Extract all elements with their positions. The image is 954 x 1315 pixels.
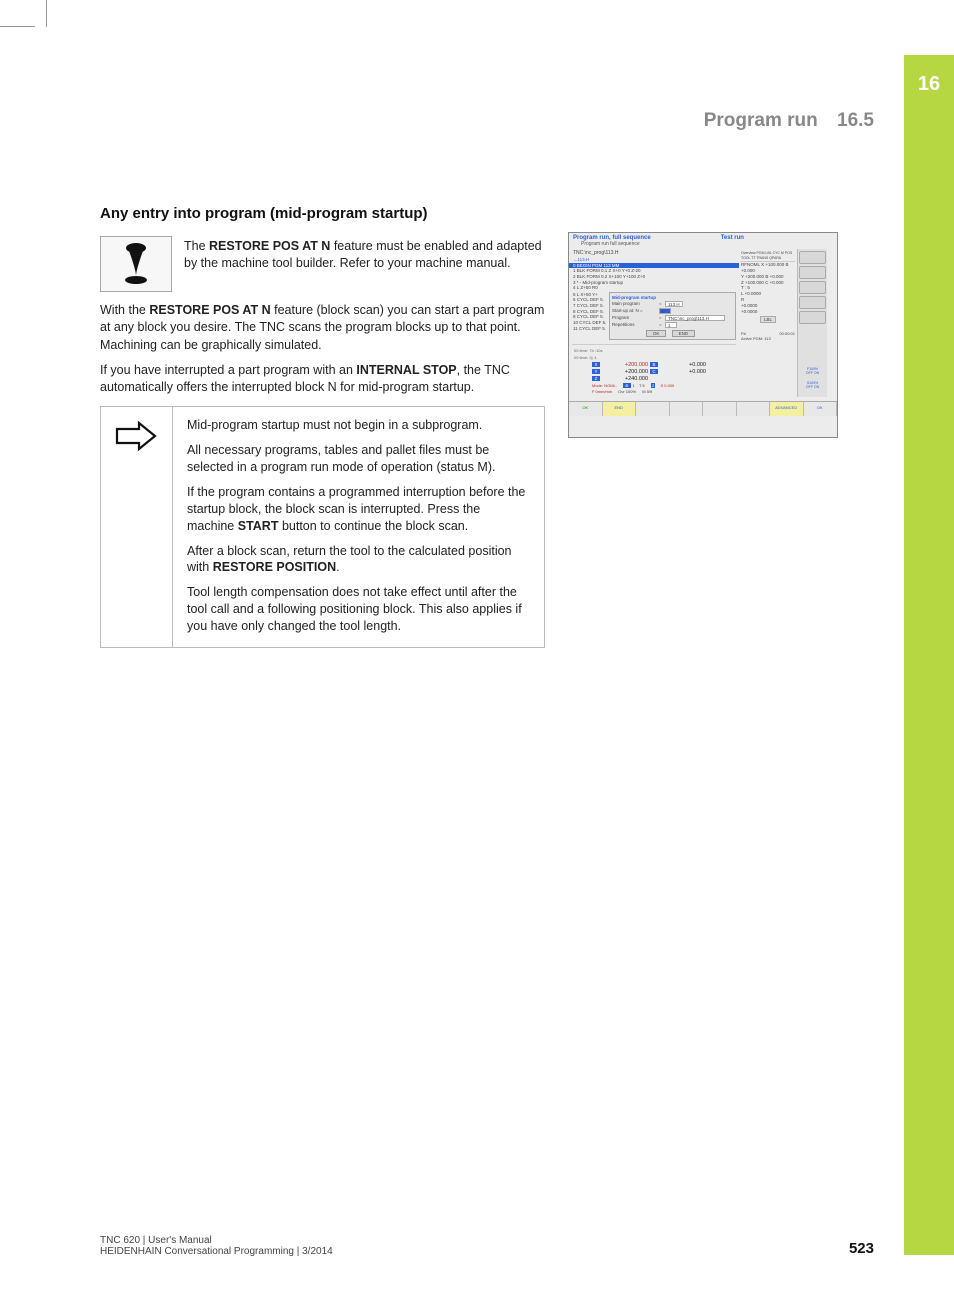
shot-program-area: TNC:\nc_prog\113.H →113.H 0 BEGIN PGM 11…	[569, 249, 739, 397]
softkey[interactable]	[703, 402, 737, 416]
note-2: All necessary programs, tables and palle…	[187, 442, 530, 476]
paragraph-1: With the RESTORE POS AT N feature (block…	[100, 302, 545, 354]
dialog-ok-button[interactable]: OK	[646, 330, 667, 337]
shot-subtitle: Program run full sequence	[569, 241, 837, 249]
footer-line1: TNC 620 | User's Manual	[100, 1235, 333, 1246]
softkey[interactable]: OK	[569, 402, 603, 416]
mid-program-dialog: Mid-program startup Main program=113.H S…	[609, 292, 736, 340]
softkey[interactable]	[670, 402, 704, 416]
note-5: Tool length compensation does not take e…	[187, 584, 530, 635]
sidebar-icon[interactable]	[799, 266, 826, 279]
machine-operator-icon	[100, 236, 172, 292]
note-body: Mid-program startup must not begin in a …	[173, 407, 544, 647]
shot-filepath: TNC:\nc_prog\113.H	[569, 249, 739, 257]
position-display: 00 time: 7h :10s 00 time: 0j :1 X+200.00…	[572, 344, 736, 397]
crop-mark-h	[0, 26, 35, 27]
machine-builder-note: The RESTORE POS AT N feature must be ena…	[100, 236, 545, 292]
program-line: 11 CYCL DEF 5.	[569, 326, 610, 332]
dialog-title: Mid-program startup	[612, 295, 733, 300]
important-note-box: Mid-program startup must not begin in a …	[100, 406, 545, 648]
page-header: Program run 16.5	[704, 110, 874, 132]
arrow-right-icon	[101, 407, 173, 647]
program-line: 4 L Z+50 R0	[569, 285, 739, 291]
header-title: Program run	[704, 110, 818, 131]
note-4: After a block scan, return the tool to t…	[187, 543, 530, 577]
sidebar-icon[interactable]	[799, 296, 826, 309]
machine-note-text: The RESTORE POS AT N feature must be ena…	[184, 236, 545, 272]
input-program-path[interactable]: TNC:\nc_prog\113.H	[665, 315, 725, 321]
section-title: Any entry into program (mid-program star…	[100, 205, 545, 222]
sidebar-icon[interactable]	[799, 311, 826, 324]
softkey[interactable]	[636, 402, 670, 416]
input-repetitions[interactable]: 1	[665, 322, 677, 328]
page-footer: TNC 620 | User's Manual HEIDENHAIN Conve…	[100, 1235, 874, 1257]
shot-main-area: TNC:\nc_prog\113.H →113.H 0 BEGIN PGM 11…	[569, 249, 837, 397]
softkey[interactable]: OK	[804, 402, 838, 416]
input-main-program[interactable]: 113.H	[665, 301, 683, 307]
lbl-button[interactable]: LBL	[760, 316, 776, 323]
footer-line2: HEIDENHAIN Conversational Programming | …	[100, 1246, 333, 1257]
sidebar-icon[interactable]	[799, 281, 826, 294]
softkey[interactable]	[737, 402, 771, 416]
header-section: 16.5	[837, 110, 874, 131]
chapter-tab: 16	[904, 55, 954, 1255]
footer-info: TNC 620 | User's Manual HEIDENHAIN Conve…	[100, 1235, 333, 1257]
page-number: 523	[849, 1240, 874, 1257]
softkey[interactable]: ADVANCED	[770, 402, 804, 416]
shot-sidebar: F100% OFF ON S100% OFF ON	[797, 249, 827, 397]
program-line: 10 CYCL DEF 5.	[569, 320, 610, 326]
sidebar-icon[interactable]	[799, 251, 826, 264]
shot-titlebar: Program run, full sequence Test run	[569, 233, 837, 241]
softkey-row: OK END ADVANCED OK	[569, 401, 837, 416]
dialog-end-button[interactable]: END	[672, 330, 696, 337]
note-1: Mid-program startup must not begin in a …	[187, 417, 530, 434]
main-content: Any entry into program (mid-program star…	[100, 205, 545, 648]
crop-mark-v	[35, 0, 47, 27]
shot-overview-panel: Overview PGM LBL CYC M POS TOOL TT TRANS…	[739, 249, 797, 397]
input-startup-n[interactable]: 0	[659, 308, 671, 314]
note-3: If the program contains a programmed int…	[187, 484, 530, 535]
paragraph-2: If you have interrupted a part program w…	[100, 362, 545, 397]
chapter-number: 16	[904, 55, 954, 96]
tnc-screenshot: Program run, full sequence Test run Prog…	[568, 232, 838, 438]
shot-title-right: Test run	[721, 235, 744, 241]
softkey[interactable]: END	[603, 402, 637, 416]
